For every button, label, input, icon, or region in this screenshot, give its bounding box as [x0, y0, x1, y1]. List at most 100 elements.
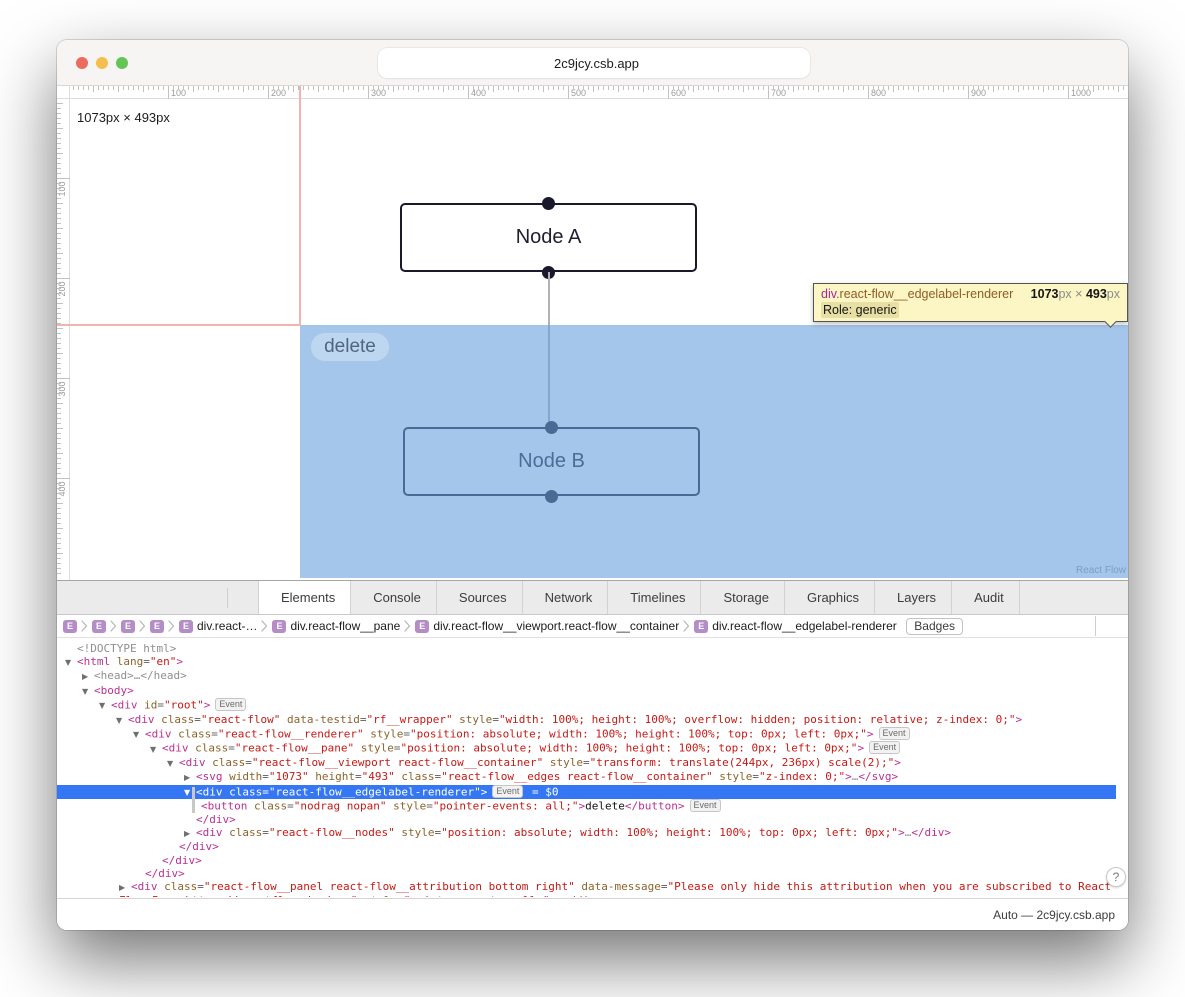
dom-tree-row[interactable]: ▶<div class="react-flow__nodes" style="p… — [57, 826, 1116, 840]
syntax-segment: = — [245, 756, 252, 769]
dom-tree-row[interactable]: ▼<div class="react-flow__renderer" style… — [57, 727, 1116, 742]
disclosure-collapsed-icon[interactable]: ▶ — [82, 670, 94, 683]
disclosure-expanded-icon[interactable]: ▼ — [82, 685, 94, 698]
dockside-icon[interactable] — [91, 586, 115, 610]
dom-tree-row[interactable]: ▶<svg width="1073" height="493" class="r… — [57, 770, 1116, 784]
breadcrumb-item[interactable]: Ediv.react-flow__edgelabel-renderer — [694, 619, 897, 633]
warning-icon[interactable] — [232, 586, 258, 610]
dom-tree-row[interactable]: ▼<div class="react-flow__pane" style="po… — [57, 741, 1116, 756]
search-icon[interactable] — [1068, 586, 1092, 610]
new-tab-button[interactable] — [1053, 53, 1079, 75]
dom-tree-row[interactable]: </div> — [57, 840, 1116, 853]
dom-tree-row[interactable]: ▼<body> — [57, 684, 1116, 698]
ruler-tick — [1068, 86, 1069, 99]
ruler-tick — [763, 86, 764, 90]
dom-tree-row[interactable]: <button class="nodrag nopan" style="poin… — [57, 799, 1116, 813]
node-a-top-handle[interactable] — [542, 197, 555, 210]
ruler-tick — [1093, 86, 1094, 92]
close-window-button[interactable] — [76, 57, 88, 69]
grid4-icon[interactable] — [1044, 615, 1066, 637]
disclosure-expanded-icon[interactable]: ▼ — [150, 743, 162, 756]
breadcrumb-item[interactable]: Ediv.react-… — [179, 619, 257, 633]
dom-tree-row[interactable]: <!DOCTYPE html> — [57, 642, 1116, 655]
dom-tree-row[interactable]: </div> — [57, 854, 1116, 867]
device-icon[interactable] — [195, 586, 219, 610]
syntax-segment: "position: absolute; width: 100%; height… — [441, 826, 898, 839]
syntax-segment: style — [386, 800, 426, 813]
target-icon[interactable] — [169, 586, 193, 610]
breadcrumb-item[interactable]: E — [121, 620, 135, 633]
breadcrumb-item[interactable]: Ediv.react-flow__pane — [272, 619, 400, 633]
settings-gear-icon[interactable] — [1096, 586, 1120, 610]
address-bar[interactable]: 2c9jcy.csb.app — [378, 48, 810, 78]
breadcrumb-item[interactable]: E — [150, 620, 164, 633]
ruler-label: 600 — [671, 88, 686, 98]
dom-tree-row[interactable]: </div> — [57, 813, 1116, 826]
ruler-tick — [163, 86, 164, 90]
back-button[interactable] — [209, 53, 235, 75]
devtools-tab-elements[interactable]: Elements — [258, 581, 351, 614]
syntax-segment: = — [157, 698, 164, 711]
ruler-tick — [953, 86, 954, 90]
ruler-tick — [1043, 86, 1044, 92]
devtools-tab-layers[interactable]: Layers — [875, 581, 952, 614]
badges-dropdown[interactable]: Badges — [906, 618, 963, 635]
disclosure-expanded-icon[interactable]: ▼ — [116, 714, 128, 727]
devtools-tab-storage[interactable]: Storage — [701, 581, 785, 614]
disclosure-collapsed-icon[interactable]: ▶ — [184, 771, 196, 784]
forward-button[interactable] — [247, 53, 273, 75]
dom-tree-row[interactable]: </div> — [57, 867, 1116, 880]
disclosure-collapsed-icon[interactable]: ▶ — [184, 827, 196, 840]
dom-tree-row[interactable]: ▶<head>…</head> — [57, 669, 1116, 683]
dom-tree-row-selected[interactable]: ▼<div class="react-flow__edgelabel-rende… — [57, 785, 1116, 800]
ruler-tick — [568, 86, 569, 99]
sidebar-toggle-icon[interactable] — [147, 53, 173, 75]
ruler-tick — [57, 388, 61, 389]
syntax-segment: = — [197, 880, 204, 893]
details-sidebar-toggle-icon[interactable] — [1100, 615, 1122, 637]
chevron-down-icon[interactable] — [179, 53, 195, 75]
syntax-segment: = $0 — [525, 785, 558, 798]
node-a[interactable]: Node A — [400, 203, 697, 272]
tab-overview-button[interactable] — [1095, 53, 1121, 75]
execution-context-picker[interactable]: Auto — 2c9jcy.csb.app — [993, 908, 1118, 922]
close-icon[interactable] — [65, 586, 89, 610]
dom-tree[interactable]: <!DOCTYPE html>▼<html lang="en">▶<head>…… — [57, 638, 1128, 897]
ruler-tick — [1108, 86, 1109, 90]
devtools-tab-timelines[interactable]: Timelines — [608, 581, 701, 614]
contrast-icon[interactable] — [1019, 615, 1041, 637]
disclosure-expanded-icon[interactable]: ▼ — [167, 757, 179, 770]
dom-tree-row[interactable]: ▼<div id="root">Event — [57, 698, 1116, 713]
dom-tree-row[interactable]: ▼<html lang="en"> — [57, 655, 1116, 669]
breadcrumb-item[interactable]: Ediv.react-flow__viewport.react-flow__co… — [415, 619, 679, 633]
brush-icon[interactable] — [1069, 615, 1091, 637]
zoom-window-button[interactable] — [116, 57, 128, 69]
ruler-tick — [1008, 86, 1009, 90]
disclosure-expanded-icon[interactable]: ▼ — [65, 656, 77, 669]
detach-icon[interactable] — [143, 586, 167, 610]
devtools-tab-graphics[interactable]: Graphics — [785, 581, 875, 614]
breadcrumb-item[interactable]: E — [92, 620, 106, 633]
ruler-tick — [738, 86, 739, 90]
delete-edge-button[interactable]: delete — [310, 332, 390, 362]
rulers-icon[interactable] — [969, 615, 991, 637]
devtools-tab-console[interactable]: Console — [351, 581, 437, 614]
share-button[interactable] — [1009, 53, 1035, 75]
disclosure-collapsed-icon[interactable]: ▶ — [119, 881, 131, 894]
dom-tree-row[interactable]: ▼<div class="react-flow" data-testid="rf… — [57, 713, 1116, 727]
ruler-tick — [448, 86, 449, 90]
breadcrumb-item[interactable]: E — [63, 620, 77, 633]
disclosure-expanded-icon[interactable]: ▼ — [99, 699, 111, 712]
devtools-tab-audit[interactable]: Audit — [952, 581, 1020, 614]
ruler-tick — [57, 203, 63, 204]
dockbottom-icon[interactable] — [117, 586, 141, 610]
dom-tree-row[interactable]: ▼<div class="react-flow__viewport react-… — [57, 756, 1116, 770]
help-button[interactable]: ? — [1106, 867, 1126, 887]
dom-tree-row[interactable]: ▶<div class="react-flow__panel react-flo… — [57, 880, 1116, 897]
disclosure-expanded-icon[interactable]: ▼ — [133, 728, 145, 741]
minimize-window-button[interactable] — [96, 57, 108, 69]
print-icon[interactable] — [994, 615, 1016, 637]
devtools-tab-sources[interactable]: Sources — [437, 581, 523, 614]
ruler-tick — [463, 86, 464, 90]
devtools-tab-network[interactable]: Network — [523, 581, 609, 614]
